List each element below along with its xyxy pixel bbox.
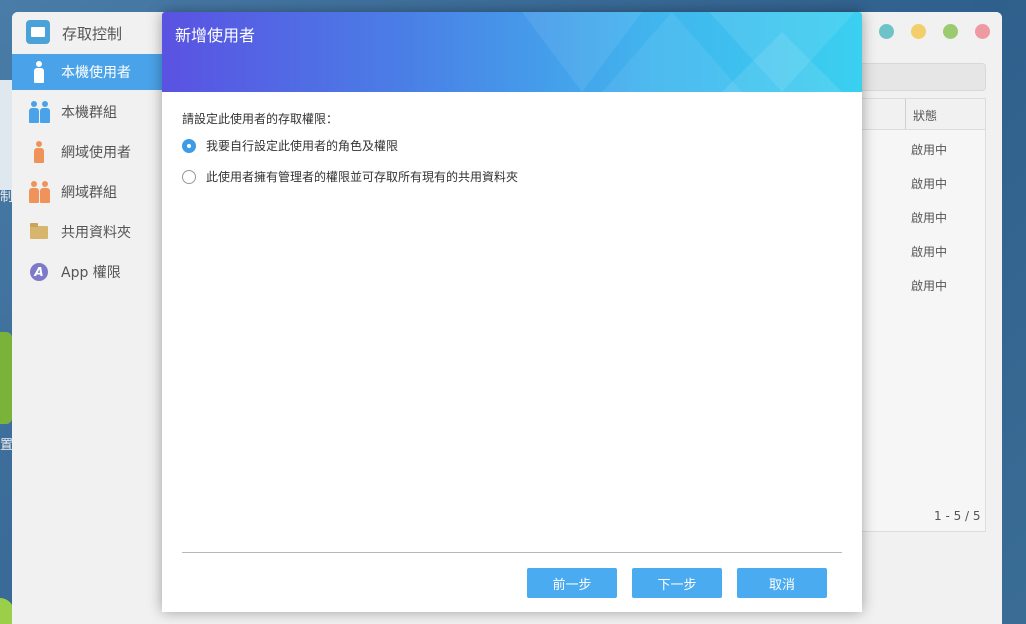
option-label[interactable]: 此使用者擁有管理者的權限並可存取所有現有的共用資料夾 — [206, 168, 518, 185]
maximize-button[interactable] — [943, 24, 958, 39]
add-user-dialog: 新增使用者 請設定此使用者的存取權限： 我要自行設定此使用者的角色及權限 此使用… — [162, 12, 862, 612]
table-header: 狀態 — [861, 99, 985, 130]
app-icon: A — [27, 260, 51, 284]
user-icon — [27, 60, 51, 84]
header-decoration — [722, 32, 842, 92]
folder-icon — [27, 220, 51, 244]
table-row-status[interactable]: 啟用中 — [911, 277, 947, 294]
sidebar: 本機使用者 本機群組 網域使用者 網域群組 共用資料夾 A App 權限 — [12, 54, 162, 624]
sidebar-item-shared-folders[interactable]: 共用資料夾 — [12, 214, 162, 250]
sidebar-item-app-permissions[interactable]: A App 權限 — [12, 254, 162, 290]
footer-divider — [182, 552, 842, 553]
option-admin-permissions[interactable]: 此使用者擁有管理者的權限並可存取所有現有的共用資料夾 — [182, 168, 518, 185]
next-button[interactable]: 下一步 — [632, 568, 722, 598]
option-label[interactable]: 我要自行設定此使用者的角色及權限 — [206, 137, 398, 154]
table-row-status[interactable]: 啟用中 — [911, 175, 947, 192]
user-table: 狀態 啟用中 啟用中 啟用中 啟用中 啟用中 — [860, 98, 986, 532]
option-custom-permissions[interactable]: 我要自行設定此使用者的角色及權限 — [182, 137, 398, 154]
sidebar-item-domain-users[interactable]: 網域使用者 — [12, 134, 162, 170]
domain-group-icon — [27, 180, 51, 204]
window-control-button[interactable] — [879, 24, 894, 39]
table-row-status[interactable]: 啟用中 — [911, 243, 947, 260]
status-column-header[interactable]: 狀態 — [913, 107, 937, 124]
sidebar-item-local-groups[interactable]: 本機群組 — [12, 94, 162, 130]
domain-user-icon — [27, 140, 51, 164]
column-divider[interactable] — [905, 99, 906, 129]
desktop-app-fragment[interactable] — [0, 332, 12, 424]
group-icon — [27, 100, 51, 124]
sidebar-item-label: 本機使用者 — [61, 65, 131, 81]
access-control-icon — [26, 20, 50, 44]
search-input[interactable] — [860, 63, 986, 91]
dialog-header[interactable]: 新增使用者 — [162, 12, 862, 92]
table-row-status[interactable]: 啟用中 — [911, 209, 947, 226]
cancel-button[interactable]: 取消 — [737, 568, 827, 598]
table-row-status[interactable]: 啟用中 — [911, 141, 947, 158]
sidebar-item-label: 共用資料夾 — [61, 225, 131, 241]
sidebar-item-domain-groups[interactable]: 網域群組 — [12, 174, 162, 210]
window-title: 存取控制 — [62, 25, 123, 43]
sidebar-item-label: 本機群組 — [61, 105, 117, 121]
close-button[interactable] — [975, 24, 990, 39]
sidebar-item-local-users[interactable]: 本機使用者 — [12, 54, 162, 90]
permission-prompt: 請設定此使用者的存取權限： — [182, 112, 339, 126]
minimize-button[interactable] — [911, 24, 926, 39]
sidebar-item-label: 網域群組 — [61, 185, 117, 201]
radio-unselected[interactable] — [182, 169, 196, 184]
sidebar-item-label: 網域使用者 — [61, 145, 131, 161]
back-button[interactable]: 前一步 — [527, 568, 617, 598]
dialog-title: 新增使用者 — [175, 26, 256, 45]
sidebar-item-label: App 權限 — [61, 265, 121, 281]
radio-selected[interactable] — [182, 138, 196, 153]
pagination-info: 1 - 5 / 5 — [934, 509, 981, 523]
